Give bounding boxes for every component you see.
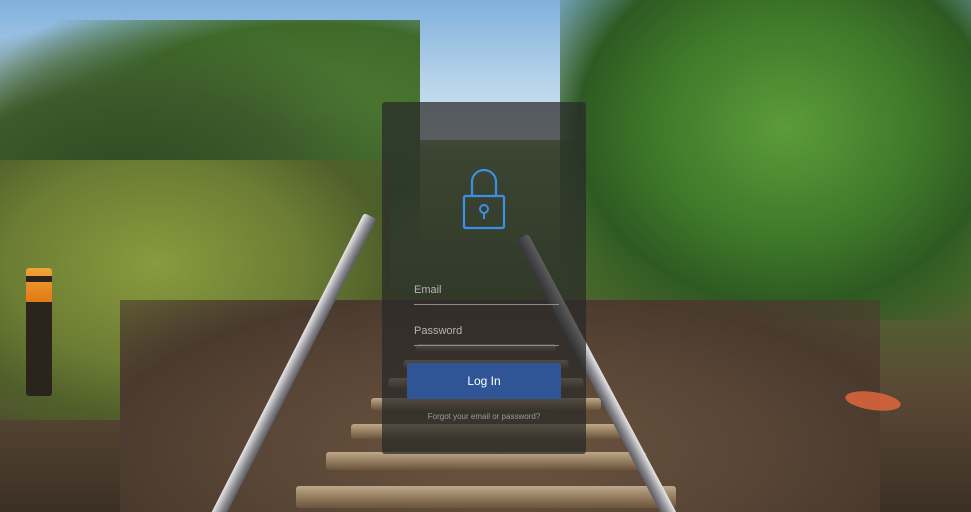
sleeper (295, 486, 676, 508)
login-panel: Log In Forgot your email or password? (382, 102, 586, 454)
lock-icon (462, 168, 506, 230)
forgot-password-link[interactable]: Forgot your email or password? (382, 412, 586, 421)
marker-post (26, 268, 52, 396)
email-field[interactable] (414, 278, 559, 305)
sleeper (325, 452, 646, 470)
login-button[interactable]: Log In (407, 363, 561, 399)
password-field[interactable] (414, 319, 559, 346)
